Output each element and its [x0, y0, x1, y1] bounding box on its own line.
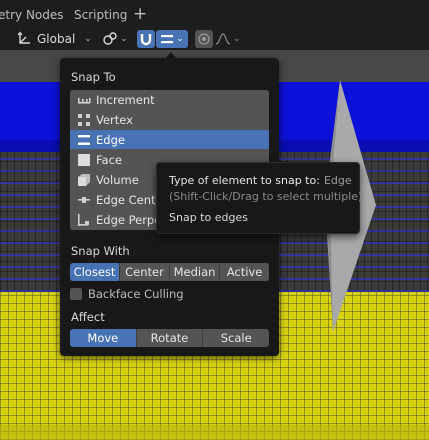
snap-to-heading: Snap To: [71, 70, 116, 84]
proportional-editing-icon: [198, 33, 210, 45]
snap-with-closest[interactable]: Closest: [70, 263, 120, 281]
backface-culling-label: Backface Culling: [88, 287, 184, 301]
snap-with-median[interactable]: Median: [170, 263, 220, 281]
tooltip-value: Edge: [323, 174, 352, 187]
orientation-label: Global: [37, 32, 76, 46]
affect-move[interactable]: Move: [70, 329, 137, 347]
snap-to-vertex[interactable]: Vertex: [70, 110, 269, 129]
pivot-point-dropdown[interactable]: ⌄: [102, 30, 132, 48]
snap-to-edge[interactable]: Edge: [70, 130, 269, 149]
tab-scripting[interactable]: Scripting: [74, 8, 127, 22]
snap-element-dropdown[interactable]: ⌄: [156, 30, 188, 48]
snap-to-label: Vertex: [96, 112, 133, 127]
snap-with-selector: Closest Center Median Active: [70, 263, 269, 281]
snap-to-increment[interactable]: Increment: [70, 90, 269, 109]
snap-vertex-icon: [76, 112, 92, 128]
backface-culling-checkbox[interactable]: [70, 288, 82, 300]
tooltip-hint: (Shift-Click/Drag to select multiple): [169, 190, 363, 203]
snap-increment-icon: [76, 92, 92, 108]
add-workspace-button[interactable]: +: [133, 4, 147, 24]
transform-orientation-icon: [17, 31, 30, 44]
proportional-falloff-dropdown[interactable]: ⌄: [215, 30, 245, 48]
affect-scale[interactable]: Scale: [203, 329, 269, 347]
chevron-down-icon: ⌄: [120, 34, 128, 44]
affect-rotate[interactable]: Rotate: [136, 329, 204, 347]
snap-face-icon: [76, 152, 92, 168]
snap-element-tooltip: Type of element to snap to: Edge (Shift-C…: [156, 162, 363, 234]
snap-with-active[interactable]: Active: [220, 263, 269, 281]
pivot-link-icon: [103, 32, 117, 45]
tooltip-item-description: Snap to edges: [169, 211, 248, 224]
affect-heading: Affect: [71, 310, 105, 324]
snap-edge-icon: [161, 35, 174, 44]
snap-volume-icon: [76, 172, 92, 188]
chevron-down-icon: ⌄: [176, 34, 184, 44]
snap-edge-icon: [76, 132, 92, 148]
snap-toggle-button[interactable]: [137, 30, 155, 48]
backface-culling-option[interactable]: Backface Culling: [70, 287, 184, 301]
falloff-curve-icon: [215, 33, 231, 45]
tooltip-description: Type of element to snap to: Edge: [169, 174, 352, 187]
snap-edge-center-icon: [76, 192, 92, 208]
snap-with-heading: Snap With: [71, 244, 130, 258]
chevron-down-icon: ⌄: [84, 34, 92, 44]
proportional-editing-toggle[interactable]: [195, 30, 213, 48]
tooltip-description-text: Type of element to snap to:: [169, 174, 320, 187]
affect-selector: Move Rotate Scale: [70, 329, 269, 347]
snap-to-label: Increment: [96, 92, 155, 107]
viewport-header-toolbar: Global ⌄ ⌄ ⌄ ⌄: [0, 30, 429, 50]
tab-geometry-nodes[interactable]: etry Nodes: [0, 8, 64, 22]
snap-with-center[interactable]: Center: [120, 263, 170, 281]
chevron-down-icon: ⌄: [233, 34, 241, 44]
snap-to-label: Edge: [96, 132, 125, 147]
snap-edge-perpendicular-icon: [76, 212, 92, 228]
workspace-tab-bar: etry Nodes Scripting +: [0, 0, 429, 30]
snap-magnet-icon: [140, 34, 152, 46]
snap-to-label: Face: [96, 152, 123, 167]
snap-to-label: Volume: [96, 172, 139, 187]
transform-orientation-dropdown[interactable]: Global ⌄: [14, 30, 96, 48]
